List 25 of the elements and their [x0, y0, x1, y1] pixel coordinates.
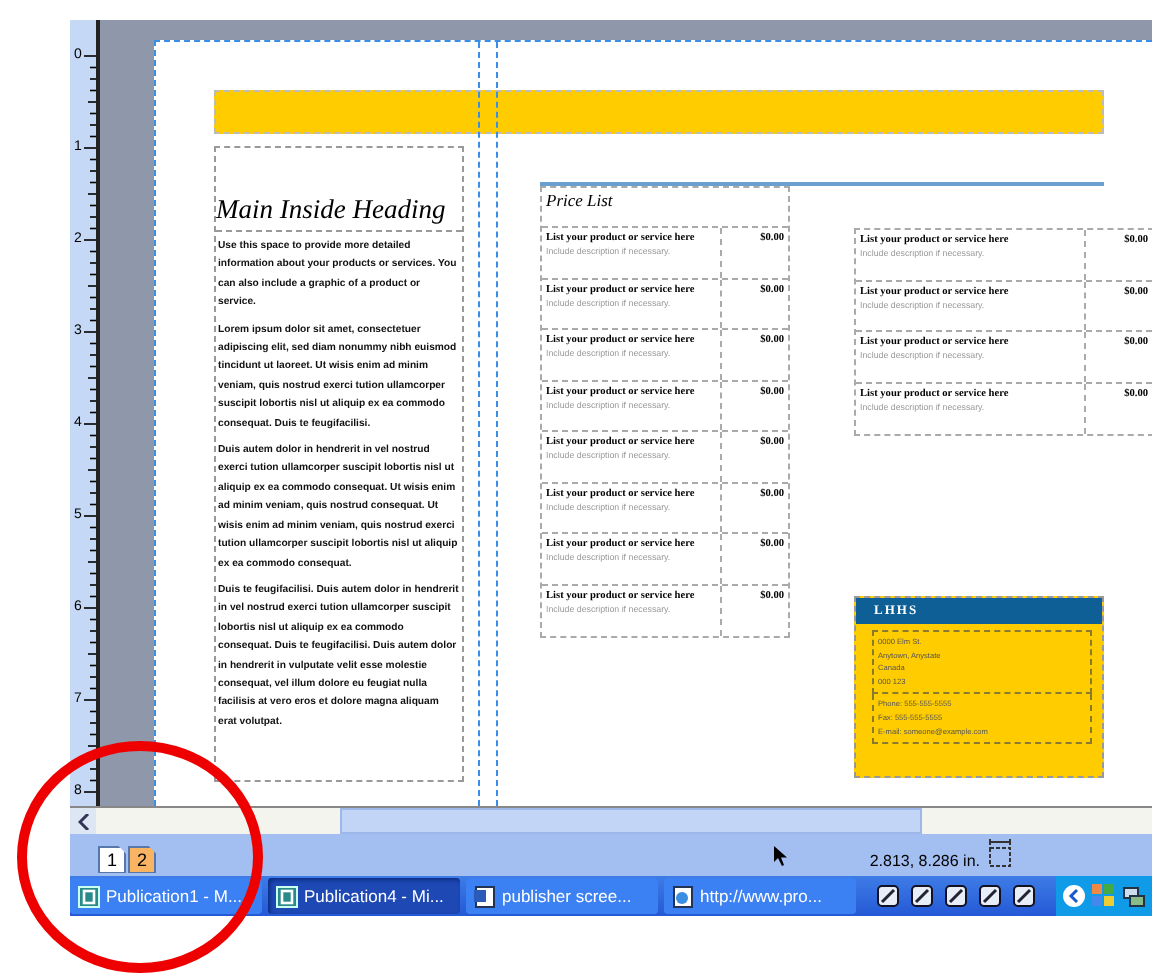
taskbar-button[interactable]: http://www.pro... — [664, 878, 856, 914]
publisher-icon — [276, 885, 298, 907]
expand-tray-icon[interactable] — [1062, 884, 1086, 908]
tray-icon[interactable] — [874, 882, 902, 910]
mouse-pointer-icon — [774, 846, 788, 866]
tray-icon[interactable] — [976, 882, 1004, 910]
tray-icon[interactable] — [942, 882, 970, 910]
taskbar-button[interactable]: Publication1 - M... — [70, 878, 262, 914]
tray-icon[interactable] — [908, 882, 936, 910]
object-size-icon — [986, 838, 1014, 870]
chevron-left-icon — [77, 813, 89, 829]
browser-icon — [672, 885, 694, 907]
tray-icon[interactable] — [1010, 882, 1038, 910]
publisher-icon — [78, 885, 100, 907]
cursor-position: 2.813, 8.286 in. — [869, 852, 980, 870]
scrollbar-thumb[interactable] — [340, 808, 922, 834]
taskbar-button[interactable]: Publication4 - Mi... — [268, 878, 460, 914]
page-tab[interactable]: 2 — [128, 845, 156, 873]
main-heading: Main Inside Heading — [216, 194, 446, 228]
price-list-title: Price List — [546, 190, 613, 210]
taskbar-button[interactable]: publisher scree... — [466, 878, 658, 914]
network-icon[interactable] — [1122, 884, 1146, 908]
page-tab[interactable]: 1 — [98, 845, 126, 873]
scroll-left-button[interactable] — [70, 808, 96, 834]
document-icon — [474, 885, 496, 907]
